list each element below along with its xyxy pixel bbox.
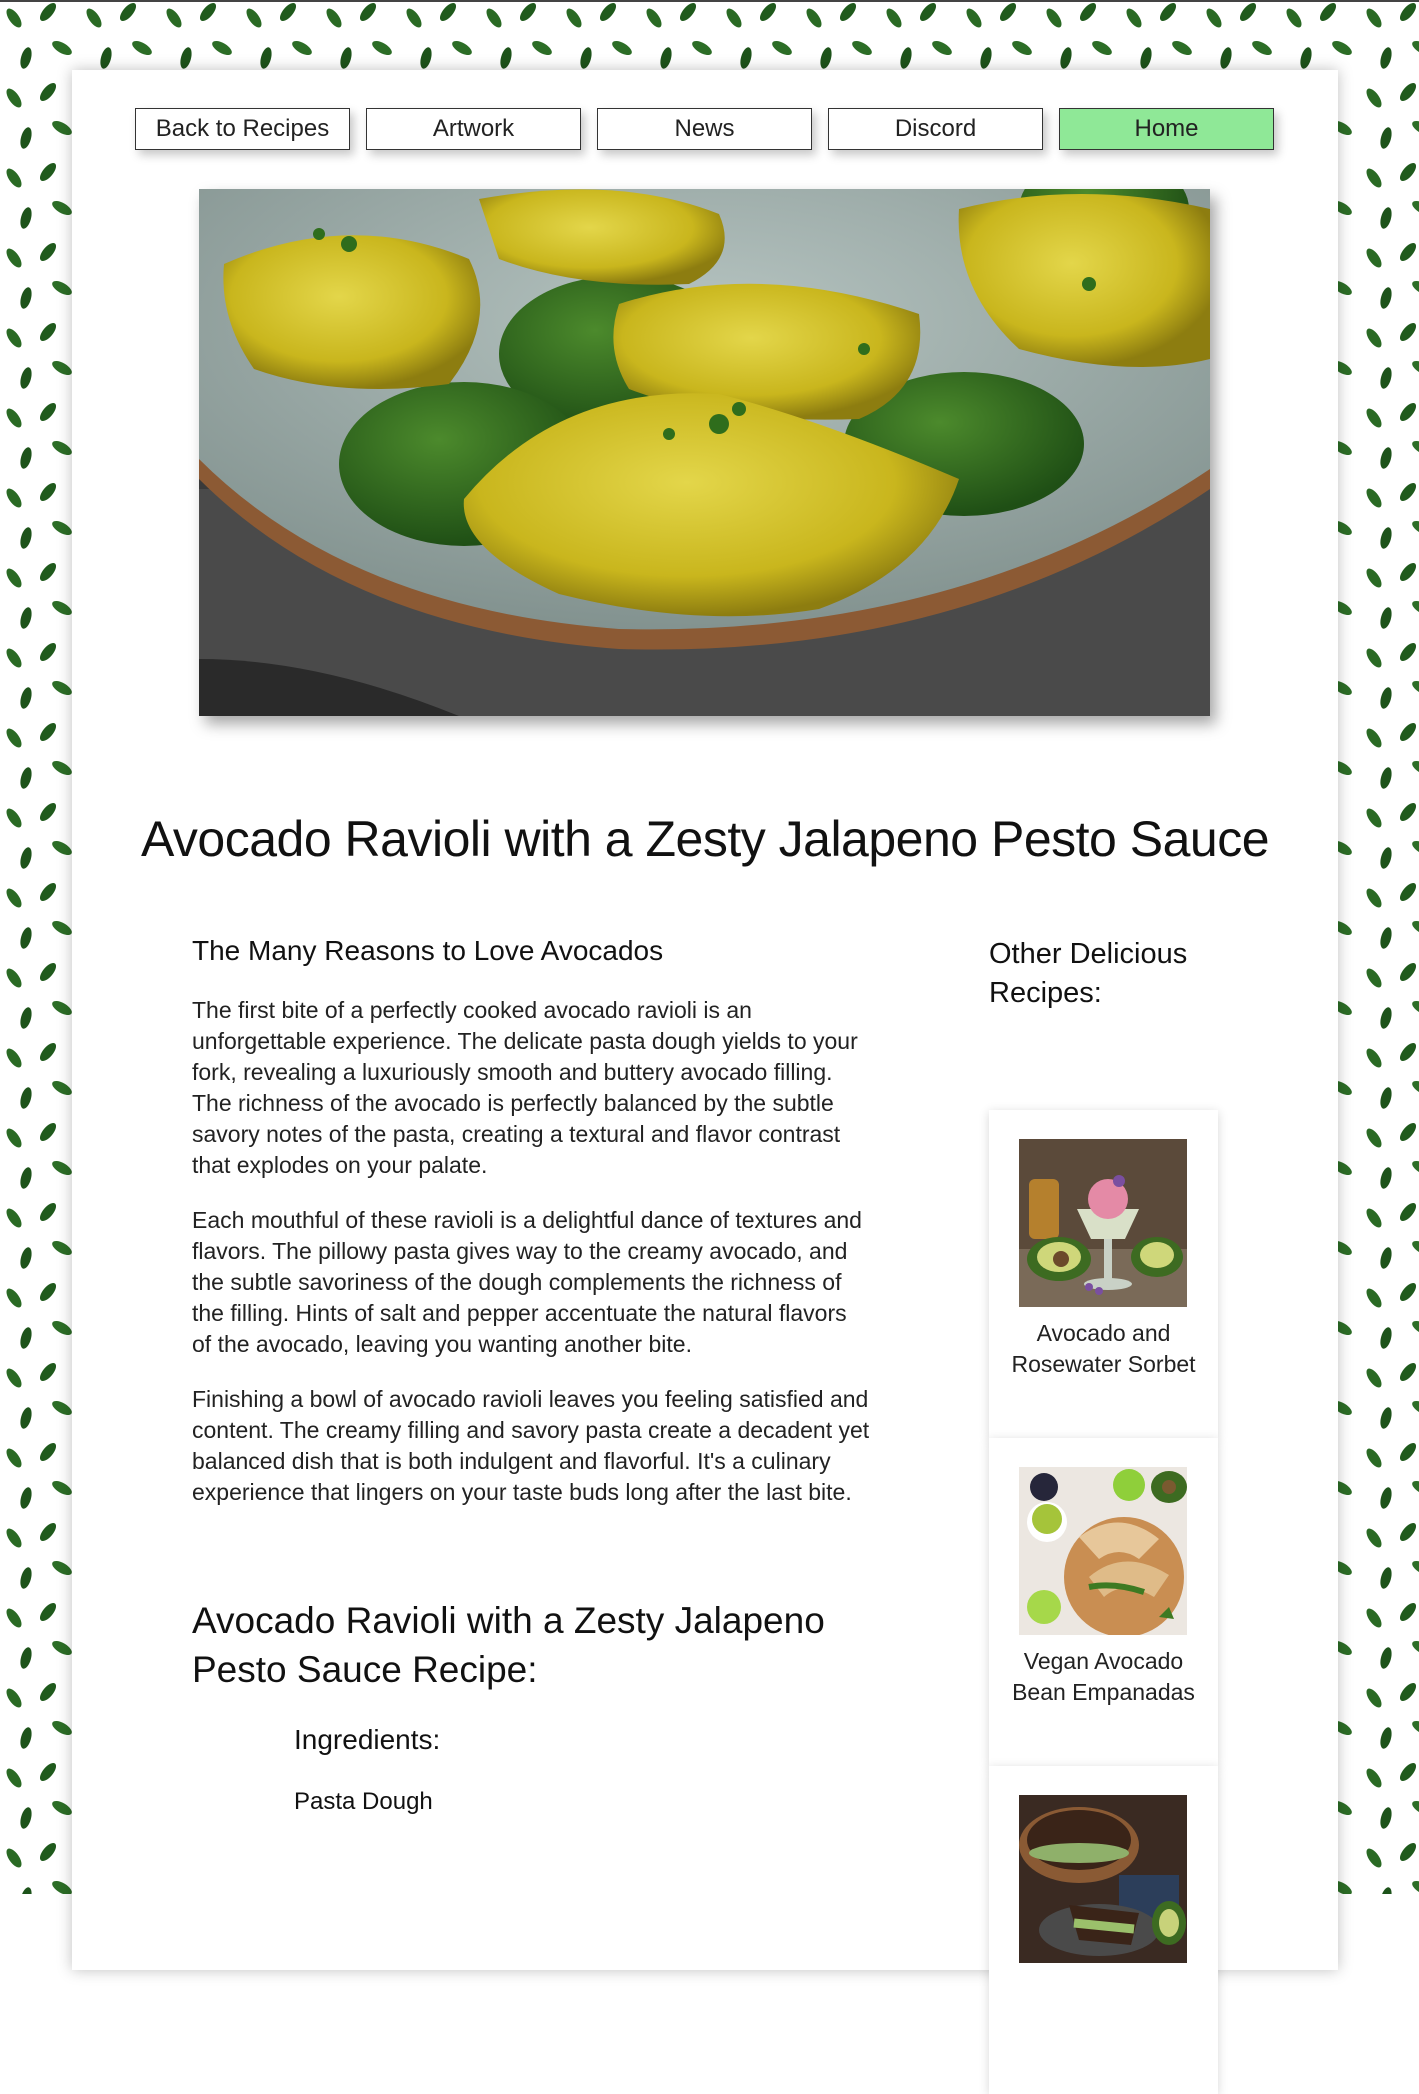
recipe-card-sorbet[interactable]: Avocado and Rosewater Sorbet [989,1110,1218,1438]
page-container: Back to Recipes Artwork News Discord Hom… [72,70,1338,2094]
article-content: The Many Reasons to Love Avocados The fi… [192,935,892,1816]
recipe-card-empanadas[interactable]: Vegan Avocado Bean Empanadas [989,1438,1218,1766]
recipe-card-label: Avocado and Rosewater Sorbet [1011,1320,1196,1377]
sidebar-title: Other Delicious Recipes: [989,938,1188,1009]
section-heading: The Many Reasons to Love Avocados [192,935,664,966]
empanadas-thumbnail [1019,1467,1187,1635]
page-title: Avocado Ravioli with a Zesty Jalapeno Pe… [140,811,1270,867]
recipe-heading: Avocado Ravioli with a Zesty Jalapeno Pe… [192,1600,825,1690]
ravioli-illustration [199,189,1210,716]
recipe-card-avocado-pie[interactable] [989,1766,1218,2094]
avocado-pie-thumbnail [1019,1795,1187,1963]
nav-discord-button[interactable]: Discord [828,108,1043,150]
article-paragraph: The first bite of a perfectly cooked avo… [192,997,858,1178]
article-paragraph: Each mouthful of these ravioli is a deli… [192,1207,862,1357]
nav-back-to-recipes-button[interactable]: Back to Recipes [135,108,350,150]
article-paragraph: Finishing a bowl of avocado ravioli leav… [192,1386,870,1505]
hero-image [199,189,1210,716]
nav-home-button[interactable]: Home [1059,108,1274,150]
pasta-dough-heading: Pasta Dough [294,1788,433,1815]
nav-news-button[interactable]: News [597,108,812,150]
nav-artwork-button[interactable]: Artwork [366,108,581,150]
ingredients-heading: Ingredients: [294,1724,441,1755]
related-recipes-sidebar: Other Delicious Recipes: Avocado and Ros… [989,935,1229,2094]
recipe-card-label: Vegan Avocado Bean Empanadas [1012,1648,1195,1705]
top-border [0,0,1419,2]
sorbet-thumbnail [1019,1139,1187,1307]
top-navigation: Back to Recipes Artwork News Discord Hom… [135,108,1275,152]
